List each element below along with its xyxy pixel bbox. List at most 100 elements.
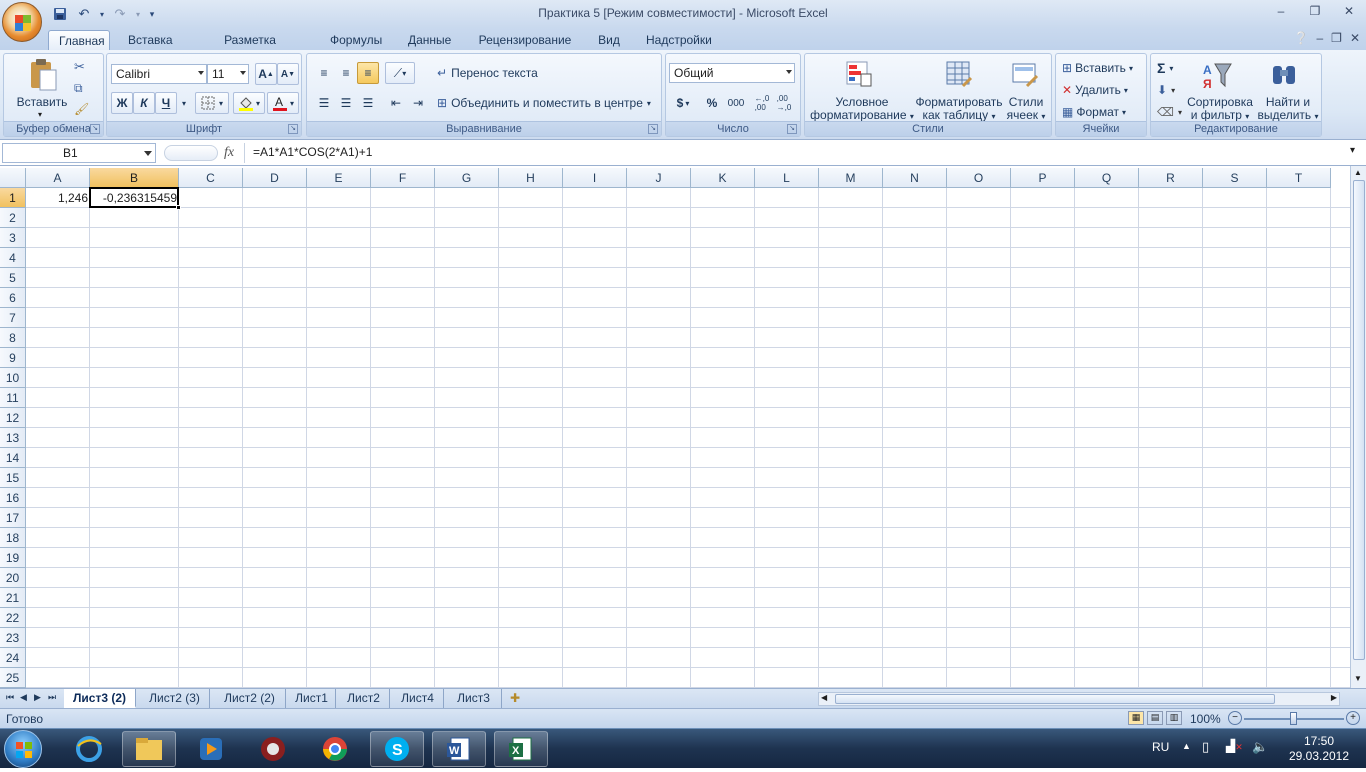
taskbar-chrome-icon[interactable] xyxy=(308,731,362,767)
align-bottom-icon[interactable]: ≡ xyxy=(357,62,379,84)
paste-button-label[interactable]: Вставить xyxy=(12,96,72,109)
column-header-d[interactable]: D xyxy=(243,168,307,188)
office-button[interactable] xyxy=(2,2,42,42)
tray-network-icon[interactable]: ▟✕ xyxy=(1226,739,1243,753)
horizontal-scroll-thumb[interactable] xyxy=(835,694,1275,704)
font-launcher-icon[interactable]: ↘ xyxy=(288,124,298,134)
fill-icon[interactable]: ⬇ ▾ xyxy=(1157,79,1175,101)
column-header-j[interactable]: J xyxy=(627,168,691,188)
tray-expand-icon[interactable]: ▲ xyxy=(1182,741,1191,751)
italic-button[interactable]: К xyxy=(133,92,155,114)
scroll-left-icon[interactable]: ◀ xyxy=(821,693,827,702)
column-header-p[interactable]: P xyxy=(1011,168,1075,188)
row-header-22[interactable]: 22 xyxy=(0,608,26,628)
row-header-18[interactable]: 18 xyxy=(0,528,26,548)
column-header-b[interactable]: B xyxy=(90,168,179,188)
row-header-23[interactable]: 23 xyxy=(0,628,26,648)
taskbar-app-icon[interactable] xyxy=(246,731,300,767)
column-header-c[interactable]: C xyxy=(179,168,243,188)
insert-function-icon[interactable]: fx xyxy=(224,145,234,161)
ribbon-minimize-icon[interactable]: ‒ xyxy=(1316,31,1323,45)
clipboard-launcher-icon[interactable]: ↘ xyxy=(90,124,100,134)
column-header-g[interactable]: G xyxy=(435,168,499,188)
scroll-right-icon[interactable]: ▶ xyxy=(1331,693,1337,702)
row-header-8[interactable]: 8 xyxy=(0,328,26,348)
conditional-formatting-label[interactable]: Условное форматирование ▾ xyxy=(807,96,917,123)
tab-home[interactable]: Главная xyxy=(48,30,110,50)
column-header-m[interactable]: M xyxy=(819,168,883,188)
taskbar-skype-icon[interactable]: S xyxy=(370,731,424,767)
column-header-e[interactable]: E xyxy=(307,168,371,188)
page-break-view-icon[interactable]: ▥ xyxy=(1166,711,1182,725)
vertical-scrollbar[interactable]: ▲ ▼ xyxy=(1350,166,1366,688)
row-header-25[interactable]: 25 xyxy=(0,668,26,688)
conditional-formatting-icon[interactable] xyxy=(845,60,873,88)
row-header-10[interactable]: 10 xyxy=(0,368,26,388)
fill-color-button[interactable]: ▾ xyxy=(233,92,265,114)
worksheet-grid[interactable]: A B C D E F G H I J K L M N O P Q R S T 1 2 3 4 5 6 7 8 9 10 11 12 13 14 1… xyxy=(0,168,1350,688)
orientation-icon[interactable]: ⟋ ▾ xyxy=(385,62,415,84)
grow-font-button[interactable]: A ▲ xyxy=(255,63,277,85)
taskbar-media-icon[interactable] xyxy=(184,731,238,767)
align-center-icon[interactable]: ☰ xyxy=(335,92,357,114)
column-header-l[interactable]: L xyxy=(755,168,819,188)
taskbar-explorer-icon[interactable] xyxy=(122,731,176,767)
underline-dropdown-icon[interactable]: ▾ xyxy=(179,92,189,114)
column-header-k[interactable]: K xyxy=(691,168,755,188)
horizontal-scrollbar[interactable]: ▶ ◀ xyxy=(818,692,1340,706)
font-name-combo[interactable]: Calibri xyxy=(111,64,207,84)
row-header-21[interactable]: 21 xyxy=(0,588,26,608)
insert-cells-button[interactable]: ⊞ Вставить ▾ xyxy=(1062,57,1133,79)
taskbar-excel-icon[interactable]: X xyxy=(494,731,548,767)
taskbar-word-icon[interactable]: W xyxy=(432,731,486,767)
column-header-n[interactable]: N xyxy=(883,168,947,188)
close-icon[interactable]: ✕ xyxy=(1332,0,1366,22)
row-header-20[interactable]: 20 xyxy=(0,568,26,588)
align-right-icon[interactable]: ☰ xyxy=(357,92,379,114)
column-header-i[interactable]: I xyxy=(563,168,627,188)
decrease-indent-icon[interactable]: ⇤ xyxy=(385,92,407,114)
row-header-11[interactable]: 11 xyxy=(0,388,26,408)
format-as-table-label[interactable]: Форматировать как таблицу ▾ xyxy=(913,96,1005,123)
column-header-q[interactable]: Q xyxy=(1075,168,1139,188)
row-header-1[interactable]: 1 xyxy=(0,188,26,208)
shrink-font-button[interactable]: A ▼ xyxy=(277,63,299,85)
find-select-icon[interactable] xyxy=(1269,60,1299,90)
sort-filter-label[interactable]: Сортировка и фильтр ▾ xyxy=(1185,96,1255,123)
sheet-tab[interactable]: Лист4 xyxy=(392,689,444,708)
scroll-up-icon[interactable]: ▲ xyxy=(1354,168,1362,177)
copy-icon[interactable]: ⧉ xyxy=(74,81,83,96)
chevron-down-icon[interactable] xyxy=(144,151,152,156)
row-header-16[interactable]: 16 xyxy=(0,488,26,508)
row-header-5[interactable]: 5 xyxy=(0,268,26,288)
tab-item[interactable]: Рецензирование xyxy=(468,30,582,50)
paste-dropdown-icon[interactable]: ▾ xyxy=(38,110,42,119)
column-header-r[interactable]: R xyxy=(1139,168,1203,188)
row-header-6[interactable]: 6 xyxy=(0,288,26,308)
row-header-15[interactable]: 15 xyxy=(0,468,26,488)
row-header-24[interactable]: 24 xyxy=(0,648,26,668)
zoom-level[interactable]: 100% xyxy=(1190,712,1221,726)
expand-formula-bar-icon[interactable]: ▾ xyxy=(1350,145,1355,156)
row-header-19[interactable]: 19 xyxy=(0,548,26,568)
page-layout-view-icon[interactable]: ▤ xyxy=(1147,711,1163,725)
clock[interactable]: 17:50 29.03.2012 xyxy=(1284,734,1354,764)
last-sheet-icon[interactable]: ⏭ xyxy=(48,692,56,703)
cut-icon[interactable]: ✂ xyxy=(74,59,85,75)
formula-bar-handle-icon[interactable] xyxy=(164,145,218,161)
column-header-h[interactable]: H xyxy=(499,168,563,188)
row-header-7[interactable]: 7 xyxy=(0,308,26,328)
cell-styles-label[interactable]: Стили ячеек ▾ xyxy=(1003,96,1049,123)
paste-icon[interactable] xyxy=(28,58,58,92)
alignment-launcher-icon[interactable]: ↘ xyxy=(648,124,658,134)
zoom-slider-knob[interactable] xyxy=(1290,712,1297,725)
start-button[interactable] xyxy=(4,730,42,768)
sheet-tab[interactable]: Лист2 xyxy=(338,689,390,708)
taskbar-ie-icon[interactable] xyxy=(62,731,116,767)
format-as-table-icon[interactable] xyxy=(945,60,973,88)
tray-volume-icon[interactable]: 🔈 xyxy=(1252,739,1268,755)
font-size-combo[interactable]: 11 xyxy=(207,64,249,84)
row-header-13[interactable]: 13 xyxy=(0,428,26,448)
name-box[interactable]: B1 xyxy=(2,143,156,163)
select-all-corner[interactable] xyxy=(0,168,26,188)
